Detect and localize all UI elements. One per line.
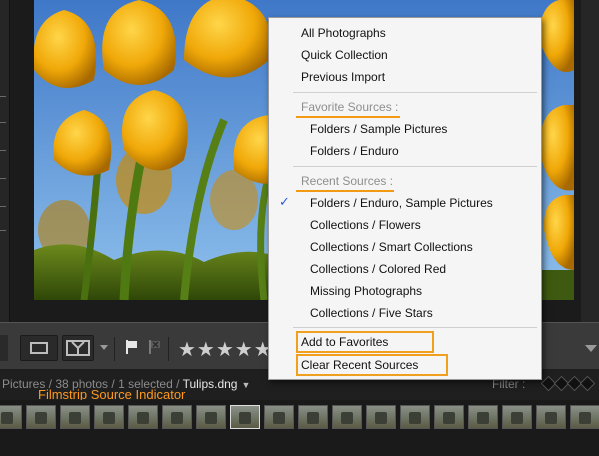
star-rating[interactable]: ★★★★★ bbox=[178, 337, 273, 361]
menu-item-favorite[interactable]: Folders / Enduro bbox=[269, 140, 541, 162]
menu-item-recent[interactable]: Collections / Flowers bbox=[269, 214, 541, 236]
menu-separator bbox=[293, 92, 537, 93]
filmstrip-thumbnail[interactable] bbox=[468, 405, 498, 429]
menu-item-recent[interactable]: Missing Photographs bbox=[269, 280, 541, 302]
menu-item-label: Folders / Sample Pictures bbox=[310, 122, 448, 136]
filmstrip-thumbnail[interactable] bbox=[196, 405, 226, 429]
toolbar-divider bbox=[114, 337, 115, 361]
thumbnail-image bbox=[341, 412, 353, 424]
menu-item-label: Folders / Enduro, Sample Pictures bbox=[310, 196, 493, 210]
thumbnail-image bbox=[137, 412, 149, 424]
filmstrip-thumbnail[interactable] bbox=[26, 405, 56, 429]
menu-item-label: Missing Photographs bbox=[310, 284, 423, 298]
compare-view-button[interactable] bbox=[62, 335, 94, 361]
panel-tick bbox=[0, 96, 6, 97]
menu-item-quick-collection[interactable]: Quick Collection bbox=[269, 44, 541, 66]
thumbnail-image bbox=[545, 412, 557, 424]
menu-item-label: Collections / Colored Red bbox=[310, 262, 447, 276]
thumbnail-image bbox=[239, 412, 251, 424]
menu-item-recent[interactable]: Collections / Colored Red bbox=[269, 258, 541, 280]
panel-tick bbox=[0, 206, 6, 207]
menu-item-recent[interactable]: ✓ Folders / Enduro, Sample Pictures bbox=[269, 192, 541, 214]
source-dropdown-icon[interactable]: ▼ bbox=[241, 380, 250, 390]
recent-sources-header: Recent Sources : bbox=[269, 170, 541, 192]
thumbnail-image bbox=[375, 412, 387, 424]
thumbnail-image bbox=[511, 412, 523, 424]
right-panel-edge[interactable] bbox=[581, 0, 599, 322]
thumbnail-image bbox=[35, 412, 47, 424]
source-menu: All Photographs Quick Collection Previou… bbox=[268, 17, 542, 380]
panel-tick bbox=[0, 150, 6, 151]
left-panel-toggle[interactable] bbox=[0, 335, 8, 361]
filmstrip bbox=[0, 400, 599, 456]
panel-tick bbox=[0, 178, 6, 179]
filmstrip-thumbnail[interactable] bbox=[162, 405, 192, 429]
menu-item-previous-import[interactable]: Previous Import bbox=[269, 66, 541, 88]
filmstrip-thumbnail[interactable] bbox=[298, 405, 328, 429]
thumbnail-image bbox=[205, 412, 217, 424]
menu-item-recent[interactable]: Collections / Five Stars bbox=[269, 302, 541, 324]
favorite-sources-header: Favorite Sources : bbox=[269, 96, 541, 118]
menu-item-label: Collections / Five Stars bbox=[310, 306, 433, 320]
loupe-icon bbox=[30, 342, 48, 354]
filmstrip-thumbnail[interactable] bbox=[400, 405, 430, 429]
toolbar-divider bbox=[168, 337, 169, 361]
filmstrip-thumbnail[interactable] bbox=[502, 405, 532, 429]
thumbnail-image bbox=[1, 412, 13, 424]
menu-item-label: Quick Collection bbox=[301, 48, 388, 62]
menu-separator bbox=[293, 327, 537, 328]
reject-flag-icon[interactable] bbox=[148, 339, 162, 355]
filmstrip-thumbnail[interactable] bbox=[0, 405, 22, 429]
menu-item-recent[interactable]: Collections / Smart Collections bbox=[269, 236, 541, 258]
add-to-favorites-item[interactable]: Add to Favorites bbox=[269, 331, 541, 353]
menu-item-label: Clear Recent Sources bbox=[301, 358, 419, 372]
menu-item-label: Collections / Flowers bbox=[310, 218, 421, 232]
filmstrip-thumbnail[interactable] bbox=[536, 405, 566, 429]
menu-item-label: Previous Import bbox=[301, 70, 386, 84]
thumbnail-image bbox=[477, 412, 489, 424]
left-panel-edge[interactable] bbox=[0, 0, 10, 322]
toolbar-menu-arrow-icon[interactable] bbox=[585, 345, 597, 352]
thumbnail-image bbox=[171, 412, 183, 424]
clear-recent-sources-item[interactable]: Clear Recent Sources bbox=[269, 354, 541, 376]
filmstrip-thumbnail[interactable] bbox=[332, 405, 362, 429]
filmstrip-thumbnail[interactable] bbox=[128, 405, 158, 429]
filter-presets[interactable] bbox=[540, 375, 597, 392]
menu-item-label: Add to Favorites bbox=[301, 335, 389, 349]
filmstrip-thumbnail[interactable] bbox=[434, 405, 464, 429]
menu-separator bbox=[293, 166, 537, 167]
thumbnail-image bbox=[273, 412, 285, 424]
filmstrip-thumbnail[interactable] bbox=[366, 405, 396, 429]
compare-icon bbox=[66, 340, 90, 356]
thumbnail-image bbox=[103, 412, 115, 424]
panel-tick bbox=[0, 122, 6, 123]
thumbnail-image bbox=[409, 412, 421, 424]
menu-item-favorite[interactable]: Folders / Sample Pictures bbox=[269, 118, 541, 140]
menu-item-label: Folders / Enduro bbox=[310, 144, 399, 158]
thumbnail-image bbox=[69, 412, 81, 424]
filmstrip-thumbnail[interactable] bbox=[570, 405, 599, 429]
panel-tick bbox=[0, 230, 6, 231]
filmstrip-thumbnail[interactable] bbox=[264, 405, 294, 429]
flag-icon[interactable] bbox=[125, 339, 139, 355]
filter-diamond-icon[interactable] bbox=[579, 375, 596, 392]
section-header-label: Recent Sources : bbox=[301, 174, 394, 188]
menu-item-all-photographs[interactable]: All Photographs bbox=[269, 22, 541, 44]
menu-item-label: Collections / Smart Collections bbox=[310, 240, 473, 254]
filmstrip-thumbnail[interactable] bbox=[230, 405, 260, 429]
loupe-view-button[interactable] bbox=[20, 335, 58, 361]
filmstrip-thumbnail[interactable] bbox=[94, 405, 124, 429]
thumbnail-image bbox=[443, 412, 455, 424]
selected-filename: Tulips.dng bbox=[182, 377, 238, 391]
menu-item-label: All Photographs bbox=[301, 26, 386, 40]
checkmark-icon: ✓ bbox=[279, 195, 290, 210]
thumbnail-image bbox=[579, 412, 591, 424]
filmstrip-thumbnail[interactable] bbox=[60, 405, 90, 429]
section-header-label: Favorite Sources : bbox=[301, 100, 399, 114]
thumbnail-image bbox=[307, 412, 319, 424]
view-mode-dropdown-icon[interactable] bbox=[100, 345, 108, 350]
